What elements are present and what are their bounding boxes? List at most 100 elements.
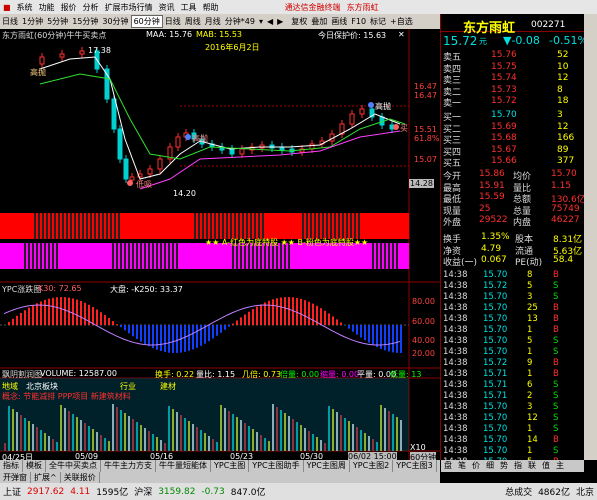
qtab-0[interactable]: 盘 [441,460,455,472]
band-stripe [160,243,162,269]
candle-body [104,68,110,100]
stat-row[interactable]: 最低 15.59 总额 130.6亿 [441,192,586,205]
toolbar-add-watchlist[interactable]: +自选 [388,16,415,27]
high-sell-marker [185,134,191,140]
qtab-5[interactable]: 指 [511,460,525,472]
period-1min[interactable]: 1分钟 [20,16,45,27]
sh-index-label[interactable]: 上证 [0,485,24,498]
side-button-strip[interactable] [584,14,597,460]
qtab-3[interactable]: 细 [483,460,497,472]
tab-extend[interactable]: 扩展^ [31,472,61,483]
menu-item-news[interactable]: 资讯 [156,2,178,13]
qtab-1[interactable]: 笔 [455,460,469,472]
period-30min[interactable]: 30分钟 [100,16,130,27]
qtab-6[interactable]: 联 [525,460,539,472]
menu-item-function[interactable]: 功能 [36,2,58,13]
period-custom[interactable]: 分钟*49 [223,16,257,27]
tab-indicator[interactable]: 指标 [0,460,23,472]
concept-line: 概念: 节能减排 PPP项目 新建筑材料 [2,392,131,401]
tab-template[interactable]: 模板 [23,460,46,472]
sell-row[interactable]: 卖五 15.76 52 [441,50,586,63]
tab-popup[interactable]: 开弹窗 [0,472,31,483]
sell-row[interactable]: 卖一 15.72 18 [441,96,586,109]
buy-row-cell-2: 377 [557,156,575,166]
buy-row[interactable]: 买一 15.70 3 [441,110,586,123]
low-price-label: 14.20 [173,189,196,198]
buy-row[interactable]: 买五 15.66 377 [441,156,586,169]
toolbar-adjust[interactable]: 复权 [289,16,309,27]
close-icon[interactable]: ✕ [398,30,405,39]
band-stripe [172,243,174,269]
buy-row[interactable]: 买三 15.68 166 [441,133,586,146]
tab-volume-energy[interactable]: 牛牛量短能体 [156,460,211,472]
tick-row: 14:38 15.70 14 B [441,435,586,447]
tick-cell: 3 [527,292,533,302]
high-price-label: 17.38 [88,46,111,55]
toolbar-draw[interactable]: 画线 [329,16,349,27]
toolbar-mark[interactable]: 标记 [368,16,388,27]
app-icon[interactable]: ■ [0,3,14,12]
stat2-row[interactable]: 换手 1.35% 股本 8.31亿 [441,232,586,245]
sell-row[interactable]: 卖二 15.73 8 [441,85,586,98]
indicator-bar [324,310,326,325]
sz-index-label[interactable]: 沪深 [131,485,155,498]
qtab-7[interactable]: 值 [539,460,553,472]
toolbar-overlay[interactable]: 叠加 [309,16,329,27]
tab-ypc-helper[interactable]: YPC主图助手 [249,460,304,472]
band-stripe [86,213,88,239]
tab-ypc-main3[interactable]: YPC主图3 [393,460,437,472]
stat2-row[interactable]: 净资 4.79 流通 5.63亿 [441,244,586,257]
menu-item-tools[interactable]: 工具 [178,2,200,13]
menu-item-quote[interactable]: 报价 [58,2,80,13]
indicator-bar [220,325,222,333]
indicator-bar [208,325,210,342]
tab-ypc-main2[interactable]: YPC主图2 [350,460,394,472]
menu-item-market[interactable]: 扩展市场行情 [102,2,156,13]
period-5min[interactable]: 5分钟 [45,16,70,27]
indicator-bar [308,301,310,325]
tab-buy-sell[interactable]: 全牛中买卖点 [46,460,101,472]
stat-row[interactable]: 外盘 29522 内盘 46227 [441,215,586,228]
nav-next-icon[interactable]: ▶ [275,17,285,26]
stat-row-cell-1: 15.59 [479,192,505,202]
stat2-row[interactable]: 收益(一) 0.067 PE(动) 58.4 [441,255,586,268]
tick-row: 14:38 15.70 13 B [441,314,586,326]
buy-row[interactable]: 买二 15.69 12 [441,122,586,135]
chevron-down-icon[interactable]: ▾ [257,17,265,26]
period-day-left[interactable]: 日线 [0,16,20,27]
nav-prev-icon[interactable]: ◀ [265,17,275,26]
tab-main-force[interactable]: 牛牛主力方支 [101,460,156,472]
period-60min[interactable]: 60分钟 [130,15,163,28]
tick-row: 14:38 15.70 1 S [441,446,586,458]
period-week[interactable]: 周线 [183,16,203,27]
stat-row[interactable]: 今开 15.86 均价 15.70 [441,169,586,182]
menu-item-analysis[interactable]: 分析 [80,2,102,13]
band-stripe [54,213,56,239]
band-stripe [214,213,216,239]
stat-row[interactable]: 现量 25 总量 75749 [441,204,586,217]
qtab-4[interactable]: 势 [497,460,511,472]
band-stripe [384,243,386,269]
sell-row[interactable]: 卖四 15.75 10 [441,62,586,75]
menu-item-system[interactable]: 系统 [14,2,36,13]
qtab-2[interactable]: 价 [469,460,483,472]
indicator-bar [320,308,322,325]
toolbar-f10[interactable]: F10 [349,17,368,26]
stat2-row-cell-1: 1.35% [481,232,510,242]
indicator-bar [92,307,94,325]
buy-row[interactable]: 买四 15.67 89 [441,145,586,158]
period-month[interactable]: 月线 [203,16,223,27]
period-day[interactable]: 日线 [163,16,183,27]
tab-ypc-week[interactable]: YPC主图周 [304,460,350,472]
indicator-bar [20,312,22,325]
chart-area[interactable]: 东方雨虹(60分钟)牛牛买卖点 MAA: 15.76 MAB: 15.53 今日… [0,29,440,463]
band-stripe [118,213,120,239]
stat-row[interactable]: 最高 15.91 量比 1.15 [441,181,586,194]
tab-related-quote[interactable]: 关联报价 [61,472,100,483]
tab-ypc-main[interactable]: YPC主图 [211,460,250,472]
candlestick-series [39,47,395,184]
sell-row[interactable]: 卖三 15.74 12 [441,73,586,86]
menu-item-help[interactable]: 帮助 [200,2,222,13]
qtab-8[interactable]: 主 [553,460,567,472]
period-15min[interactable]: 15分钟 [70,16,100,27]
